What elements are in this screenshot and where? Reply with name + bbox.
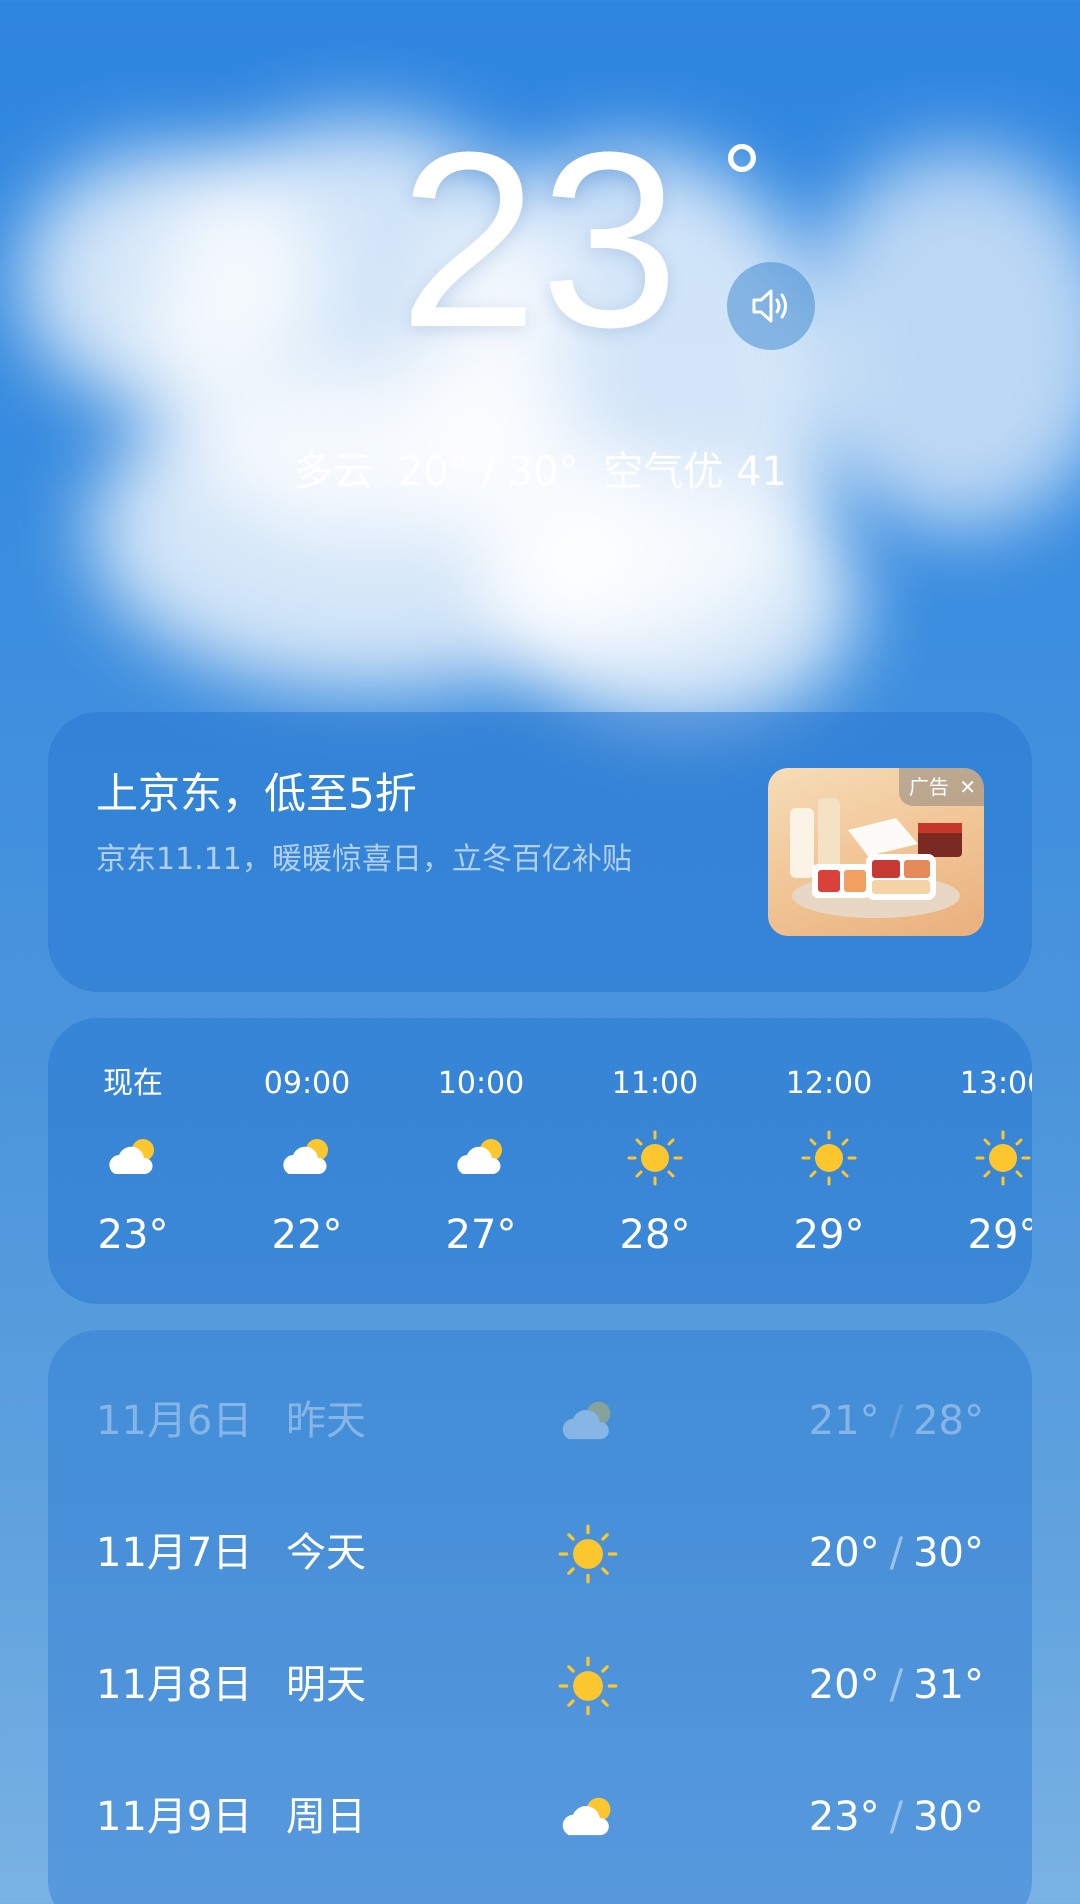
sun-icon bbox=[627, 1130, 683, 1186]
day-low: 21° bbox=[808, 1398, 880, 1444]
day-low: 20° bbox=[808, 1530, 880, 1576]
hourly-item: 11:00 28° bbox=[600, 1018, 710, 1304]
hourly-item: 10:00 27° bbox=[426, 1018, 536, 1304]
hourly-item: 现在 23° bbox=[78, 1018, 188, 1304]
voice-broadcast-button[interactable] bbox=[727, 262, 815, 350]
day-date: 11月7日 bbox=[96, 1530, 253, 1576]
day-name: 周日 bbox=[286, 1794, 366, 1840]
hour-time: 12:00 bbox=[785, 1066, 873, 1101]
day-temperature-range: 21°/28° bbox=[808, 1398, 984, 1444]
daily-forecast-card[interactable]: 11月6日 昨天 21°/28° 11月7日 今天 20°/30° 11月8日 … bbox=[48, 1330, 1032, 1904]
day-low: 23° bbox=[808, 1794, 880, 1840]
hourly-forecast-card[interactable]: 现在 23° 09:00 22° 10:00 27° 11:00 28° 12:… bbox=[48, 1018, 1032, 1304]
day-name: 昨天 bbox=[286, 1398, 366, 1444]
temperature-range: 20° / 30° bbox=[397, 449, 579, 495]
sun-icon bbox=[558, 1656, 618, 1716]
ad-badge: 广告 ✕ bbox=[898, 768, 984, 806]
hour-time: 13:00 bbox=[959, 1066, 1032, 1101]
speaker-icon bbox=[752, 289, 787, 323]
daily-row-sunday[interactable]: 11月9日 周日 23°/30° bbox=[48, 1762, 1032, 1872]
day-name: 明天 bbox=[286, 1662, 366, 1708]
hourly-item: 09:00 22° bbox=[252, 1018, 362, 1304]
partly-cloudy-icon bbox=[283, 1139, 328, 1174]
ad-title: 上京东，低至5折 bbox=[96, 769, 417, 818]
ad-label: 广告 bbox=[908, 775, 949, 799]
hour-temp: 23° bbox=[97, 1212, 169, 1258]
daily-row-today[interactable]: 11月7日 今天 20°/30° bbox=[48, 1498, 1032, 1608]
ad-subtitle: 京东11.11，暖暖惊喜日，立冬百亿补贴 bbox=[96, 842, 632, 877]
hour-temp: 27° bbox=[445, 1212, 517, 1258]
hourly-item: 13:00 29° bbox=[948, 1018, 1032, 1304]
day-date: 11月8日 bbox=[96, 1662, 253, 1708]
hour-time: 现在 bbox=[103, 1066, 163, 1101]
sun-icon bbox=[558, 1524, 618, 1584]
day-temperature-range: 20°/30° bbox=[808, 1530, 984, 1576]
day-low: 20° bbox=[808, 1662, 880, 1708]
hour-temp: 22° bbox=[271, 1212, 343, 1258]
hour-temp: 29° bbox=[967, 1212, 1032, 1258]
daily-row-tomorrow[interactable]: 11月8日 明天 20°/31° bbox=[48, 1630, 1032, 1740]
hour-temp: 28° bbox=[619, 1212, 691, 1258]
partly-cloudy-icon bbox=[457, 1139, 502, 1174]
partly-cloudy-icon bbox=[562, 1401, 611, 1440]
sun-icon bbox=[975, 1130, 1031, 1186]
ad-card[interactable]: 上京东，低至5折 京东11.11，暖暖惊喜日，立冬百亿补贴 广告 ✕ bbox=[48, 712, 1032, 992]
partly-cloudy-icon bbox=[109, 1139, 154, 1174]
partly-cloudy-icon bbox=[562, 1797, 611, 1836]
hour-time: 10:00 bbox=[437, 1066, 525, 1101]
air-quality: 空气优 41 bbox=[603, 449, 787, 495]
day-high: 30° bbox=[913, 1794, 984, 1840]
current-temperature: 23 bbox=[398, 100, 682, 379]
hourly-item: 12:00 29° bbox=[774, 1018, 884, 1304]
day-name: 今天 bbox=[286, 1530, 366, 1576]
day-temperature-range: 23°/30° bbox=[808, 1794, 984, 1840]
day-date: 11月9日 bbox=[96, 1794, 253, 1840]
day-high: 28° bbox=[913, 1398, 984, 1444]
hour-time: 09:00 bbox=[263, 1066, 351, 1101]
day-date: 11月6日 bbox=[96, 1398, 253, 1444]
weather-summary: 多云 20° / 30° 空气优 41 bbox=[0, 447, 1080, 497]
close-icon[interactable]: ✕ bbox=[959, 775, 976, 799]
day-temperature-range: 20°/31° bbox=[808, 1662, 984, 1708]
hour-time: 11:00 bbox=[611, 1066, 699, 1101]
degree-symbol: ° bbox=[722, 124, 762, 236]
sun-icon bbox=[801, 1130, 857, 1186]
day-high: 30° bbox=[913, 1530, 984, 1576]
day-high: 31° bbox=[913, 1662, 984, 1708]
daily-row-yesterday[interactable]: 11月6日 昨天 21°/28° bbox=[48, 1366, 1032, 1476]
hour-temp: 29° bbox=[793, 1212, 865, 1258]
condition-text: 多云 bbox=[293, 449, 374, 495]
ad-image[interactable]: 广告 ✕ bbox=[768, 768, 984, 936]
